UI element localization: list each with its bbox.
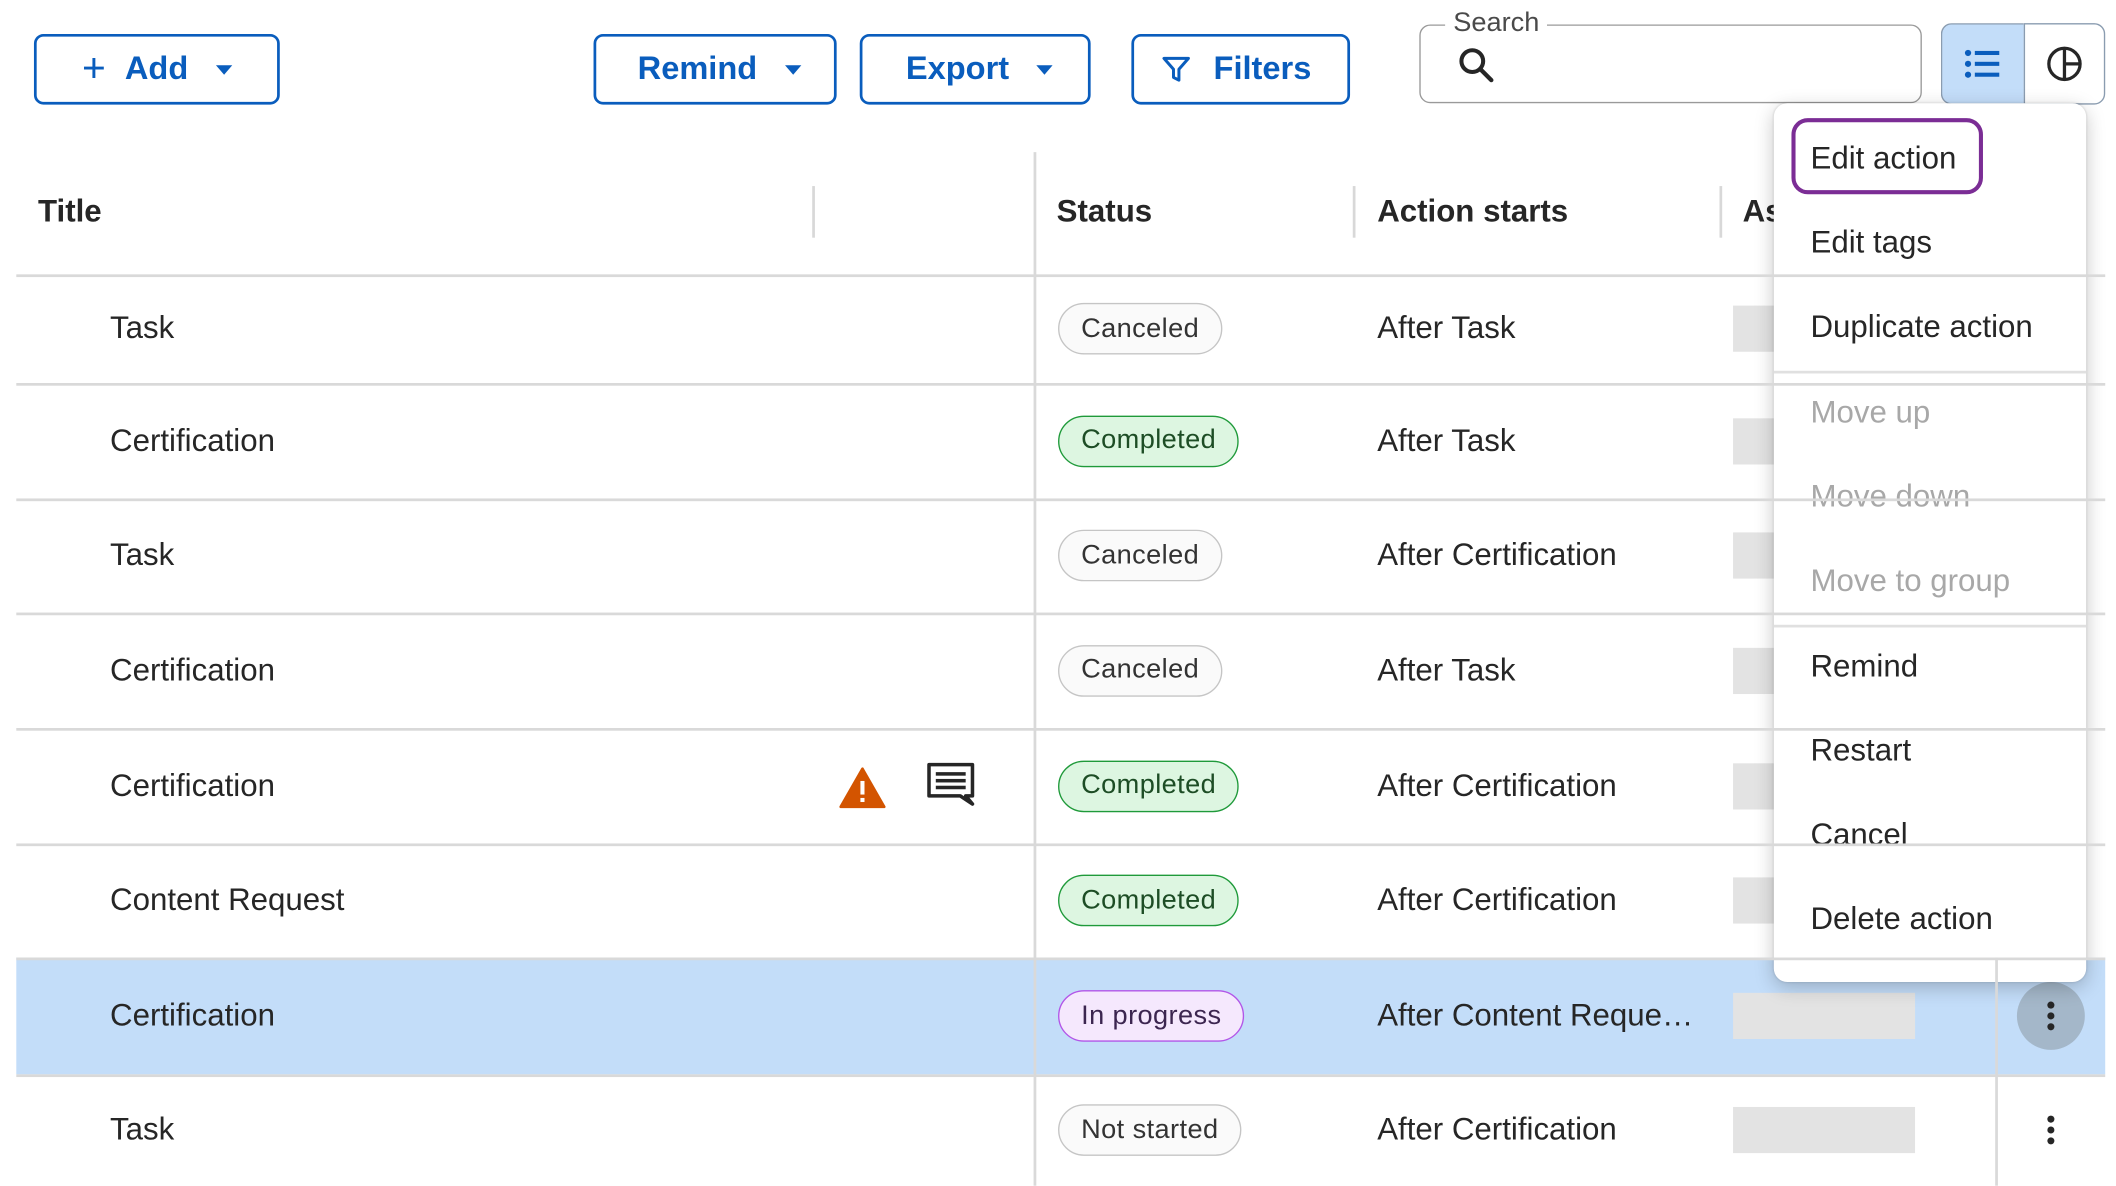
status-badge: Completed <box>1058 414 1240 467</box>
action-starts-text: After Certification <box>1377 536 1617 572</box>
menu-item-edit-action[interactable]: Edit action <box>1810 140 1956 177</box>
pie-chart-icon <box>2047 46 2082 82</box>
row-divider <box>16 383 2106 386</box>
row-divider <box>16 274 2106 277</box>
menu-item-edit-tags[interactable]: Edit tags <box>1810 224 1932 261</box>
row-title: Task <box>110 309 175 345</box>
menu-item-duplicate-action[interactable]: Duplicate action <box>1810 308 2032 345</box>
remind-button[interactable]: Remind <box>593 33 837 105</box>
column-divider <box>1352 186 1355 238</box>
filter-icon <box>1163 56 1191 82</box>
actions-page: + Add Remind Export Filters Search Title… <box>0 0 2116 1186</box>
row-title: Certification <box>110 651 275 687</box>
menu-divider <box>1773 624 2087 627</box>
row-actions-menu: Edit action Edit tags Duplicate action Move… <box>1773 103 2087 982</box>
menu-divider <box>1773 370 2087 373</box>
more-actions-button[interactable] <box>2017 1096 2085 1164</box>
action-starts-text: After Certification <box>1377 1111 1617 1147</box>
kebab-icon <box>2047 1001 2055 1031</box>
column-divider <box>1995 957 1998 1186</box>
row-divider <box>16 1074 2106 1077</box>
action-starts-text: After Content Reque… <box>1377 996 1694 1033</box>
status-badge: Not started <box>1058 1104 1242 1156</box>
row-divider <box>16 957 2106 960</box>
column-header-title[interactable]: Title <box>38 193 102 230</box>
chevron-down-icon <box>1036 64 1053 75</box>
column-header-action-starts[interactable]: Action starts <box>1377 193 1568 230</box>
status-badge: Completed <box>1058 759 1240 812</box>
add-button[interactable]: + Add <box>33 33 280 105</box>
column-divider <box>1033 152 1036 1186</box>
menu-item-move-up: Move up <box>1810 393 1931 430</box>
row-title: Certification <box>110 421 275 458</box>
status-badge: Completed <box>1058 874 1240 927</box>
table-row[interactable]: Task Not started After Certification <box>16 1074 2105 1185</box>
chart-view-toggle[interactable] <box>2023 23 2106 105</box>
row-divider <box>16 498 2106 501</box>
row-title: Task <box>110 536 175 572</box>
search-icon <box>1459 48 1494 83</box>
warning-icon[interactable] <box>838 765 887 808</box>
menu-item-remind[interactable]: Remind <box>1810 648 1918 685</box>
more-actions-button[interactable] <box>2016 981 2085 1050</box>
add-button-label: Add <box>124 50 189 87</box>
action-starts-text: After Certification <box>1377 881 1617 917</box>
row-title: Certification <box>110 766 275 803</box>
export-button-label: Export <box>905 50 1010 87</box>
row-divider <box>16 727 2106 731</box>
column-divider <box>812 186 815 238</box>
filters-button-label: Filters <box>1213 50 1312 87</box>
comment-icon[interactable] <box>926 761 975 807</box>
action-starts-text: After Certification <box>1377 766 1617 803</box>
chevron-down-icon <box>215 64 232 75</box>
column-header-status[interactable]: Status <box>1057 193 1152 230</box>
list-view-toggle[interactable] <box>1940 23 2024 105</box>
row-title: Task <box>110 1111 175 1147</box>
action-starts-text: After Task <box>1377 651 1516 687</box>
menu-item-delete-action[interactable]: Delete action <box>1810 900 1992 937</box>
status-badge: Canceled <box>1058 302 1223 355</box>
search-label: Search <box>1445 8 1548 40</box>
column-divider <box>1719 186 1722 238</box>
chevron-down-icon <box>784 64 801 75</box>
menu-item-cancel[interactable]: Cancel <box>1810 816 1907 853</box>
row-divider <box>16 843 2106 846</box>
remind-button-label: Remind <box>637 50 758 87</box>
menu-item-move-down: Move down <box>1810 478 1971 514</box>
export-button[interactable]: Export <box>859 33 1091 105</box>
filters-button[interactable]: Filters <box>1131 33 1351 105</box>
assignee-placeholder <box>1733 1106 1916 1154</box>
search-input[interactable] <box>1507 43 1907 90</box>
assignee-placeholder <box>1733 992 1916 1040</box>
row-title: Certification <box>110 996 275 1033</box>
status-badge: In progress <box>1058 990 1245 1042</box>
plus-icon: + <box>82 46 106 91</box>
menu-item-restart[interactable]: Restart <box>1810 732 1911 769</box>
row-divider <box>16 612 2106 615</box>
action-starts-text: After Task <box>1377 309 1516 345</box>
menu-item-move-to-group: Move to group <box>1810 562 2011 598</box>
kebab-icon <box>2047 1115 2055 1145</box>
row-title: Content Request <box>110 881 345 917</box>
status-badge: Canceled <box>1058 644 1223 697</box>
list-icon <box>1964 49 2000 78</box>
action-starts-text: After Task <box>1377 421 1516 458</box>
status-badge: Canceled <box>1058 529 1223 582</box>
